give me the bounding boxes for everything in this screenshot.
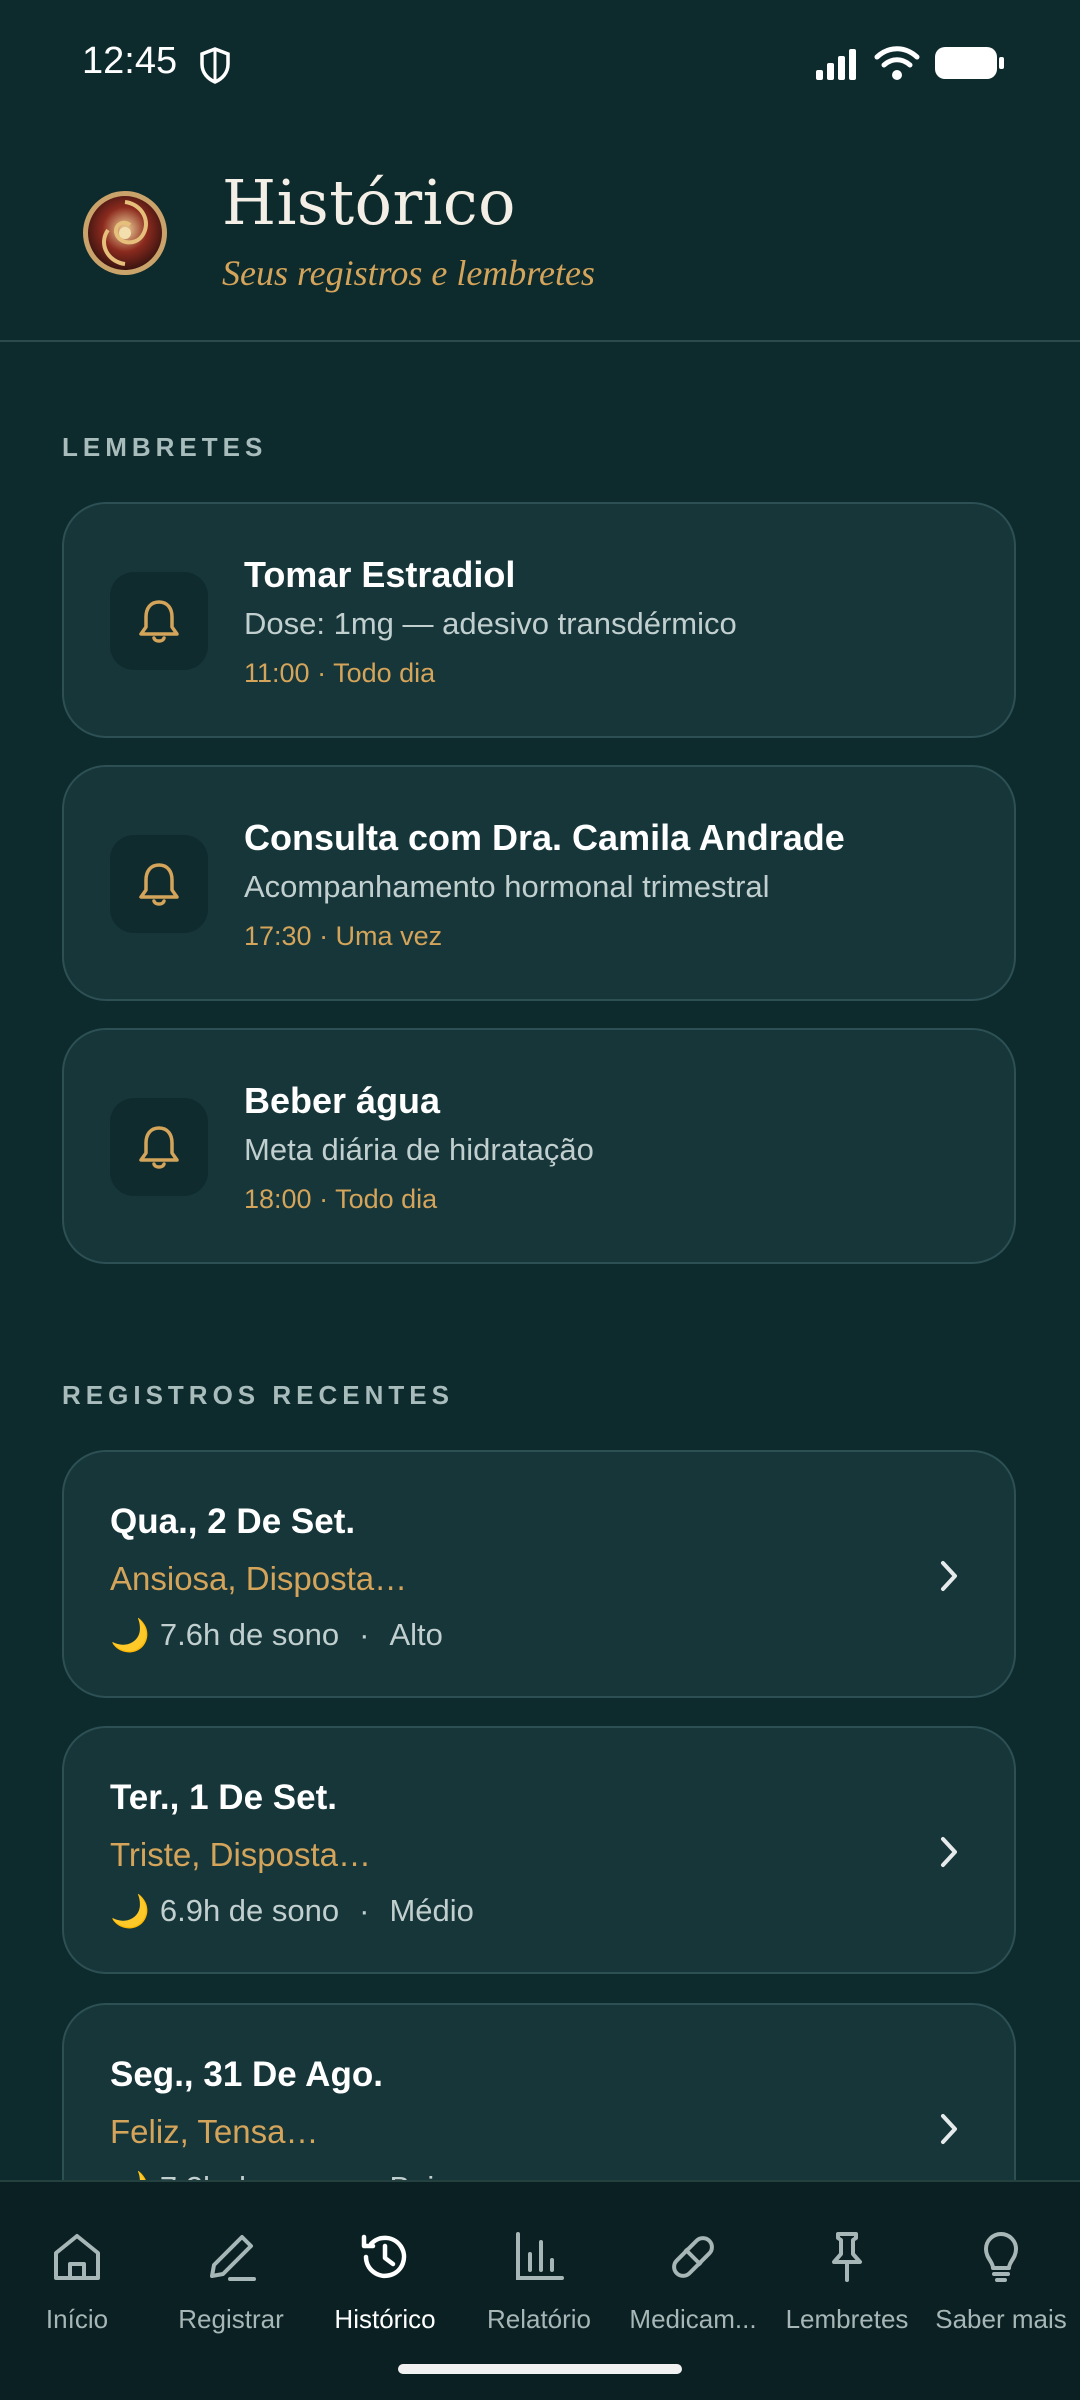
reminders-section-label: LEMBRETES [62, 432, 268, 462]
nav-label: Histórico [334, 2304, 436, 2334]
battery-icon [935, 47, 1004, 79]
bell-icon [139, 1126, 179, 1169]
reminder-card[interactable]: Consulta com Dra. Camila Andrade Acompan… [62, 765, 1016, 1001]
status-time: 12:45 [82, 40, 178, 82]
page-subtitle: Seus registros e lembretes [222, 253, 595, 293]
reminder-description: Acompanhamento hormonal trimestral [244, 869, 770, 904]
records-section-label: REGISTROS RECENTES [62, 1380, 454, 1410]
nav-item-relatorio[interactable]: Relatório [462, 2182, 616, 2352]
record-card[interactable]: Qua., 2 De Set. Ansiosa, Disposta… 🌙 7.6… [62, 1450, 1016, 1698]
pencil-icon [210, 2235, 256, 2281]
page-title: Histórico [222, 166, 516, 239]
chevron-right-icon [941, 2114, 957, 2144]
record-card[interactable]: Ter., 1 De Set. Triste, Disposta… 🌙 6.9h… [62, 1726, 1016, 1974]
record-moods: Triste, Disposta… [110, 1836, 372, 1873]
shield-icon [200, 47, 230, 84]
record-sleep: 6.9h de sono [159, 1893, 340, 1928]
status-bar: 12:45 [0, 0, 1080, 126]
nav-label: Medicam... [629, 2304, 757, 2334]
pill-icon [672, 2236, 714, 2278]
record-moods: Ansiosa, Disposta… [110, 1560, 408, 1597]
reminder-schedule: 18:00 · Todo dia [244, 1184, 438, 1214]
nav-label: Início [45, 2304, 109, 2334]
pin-icon [832, 2232, 862, 2282]
record-meta: 🌙 6.9h de sono · Médio [110, 1892, 474, 1930]
home-indicator[interactable] [398, 2364, 682, 2374]
chevron-right-icon [941, 1561, 957, 1591]
bell-icon [139, 600, 179, 643]
reminder-card[interactable]: Beber água Meta diária de hidratação 18:… [62, 1028, 1016, 1264]
record-level: Médio [389, 1893, 474, 1928]
chevron-right-icon [941, 1837, 957, 1867]
page-header: Histórico Seus registros e lembretes [0, 126, 1080, 342]
bell-icon [139, 863, 179, 906]
nav-item-saber-mais[interactable]: Saber mais [924, 2182, 1078, 2352]
nav-item-medicamentos[interactable]: Medicam... [616, 2182, 770, 2352]
record-meta: 🌙 7.6h de sono · Alto [110, 1616, 443, 1654]
reminder-icon-box [110, 835, 208, 933]
nav-item-registrar[interactable]: Registrar [154, 2182, 308, 2352]
separator-dot: · [359, 1617, 370, 1652]
reminder-description: Dose: 1mg — adesivo transdérmico [244, 606, 737, 641]
home-icon [54, 2234, 100, 2280]
reminder-schedule: 11:00 · Todo dia [244, 658, 436, 688]
reminder-title: Tomar Estradiol [244, 554, 516, 595]
signal-icon [816, 49, 856, 80]
lightbulb-icon [984, 2232, 1018, 2282]
nav-label: Registrar [178, 2304, 284, 2334]
record-level: Alto [389, 1617, 443, 1652]
bar-chart-icon [516, 2232, 564, 2280]
nav-item-lembretes[interactable]: Lembretes [770, 2182, 924, 2352]
reminder-icon-box [110, 1098, 208, 1196]
separator-dot: · [359, 1893, 370, 1928]
record-sleep: 7.6h de sono [159, 1617, 340, 1652]
nav-item-historico[interactable]: Histórico [308, 2182, 462, 2352]
history-icon [361, 2234, 407, 2279]
nav-item-inicio[interactable]: Início [0, 2182, 154, 2352]
reminder-schedule: 17:30 · Uma vez [244, 921, 443, 951]
app-logo [83, 191, 167, 275]
reminder-card[interactable]: Tomar Estradiol Dose: 1mg — adesivo tran… [62, 502, 1016, 738]
moon-icon: 🌙 [110, 1893, 150, 1929]
moon-icon: 🌙 [110, 1617, 150, 1653]
reminder-description: Meta diária de hidratação [244, 1132, 594, 1167]
nav-label: Lembretes [785, 2304, 909, 2334]
nav-label: Saber mais [935, 2304, 1067, 2334]
record-date: Ter., 1 De Set. [110, 1778, 337, 1817]
wifi-icon [874, 46, 920, 80]
record-date: Qua., 2 De Set. [110, 1502, 356, 1541]
nav-label: Relatório [486, 2304, 592, 2334]
record-moods: Feliz, Tensa… [110, 2113, 319, 2150]
reminder-icon-box [110, 572, 208, 670]
reminder-title: Consulta com Dra. Camila Andrade [244, 817, 845, 858]
record-date: Seg., 31 De Ago. [110, 2055, 383, 2094]
reminder-title: Beber água [244, 1080, 441, 1121]
